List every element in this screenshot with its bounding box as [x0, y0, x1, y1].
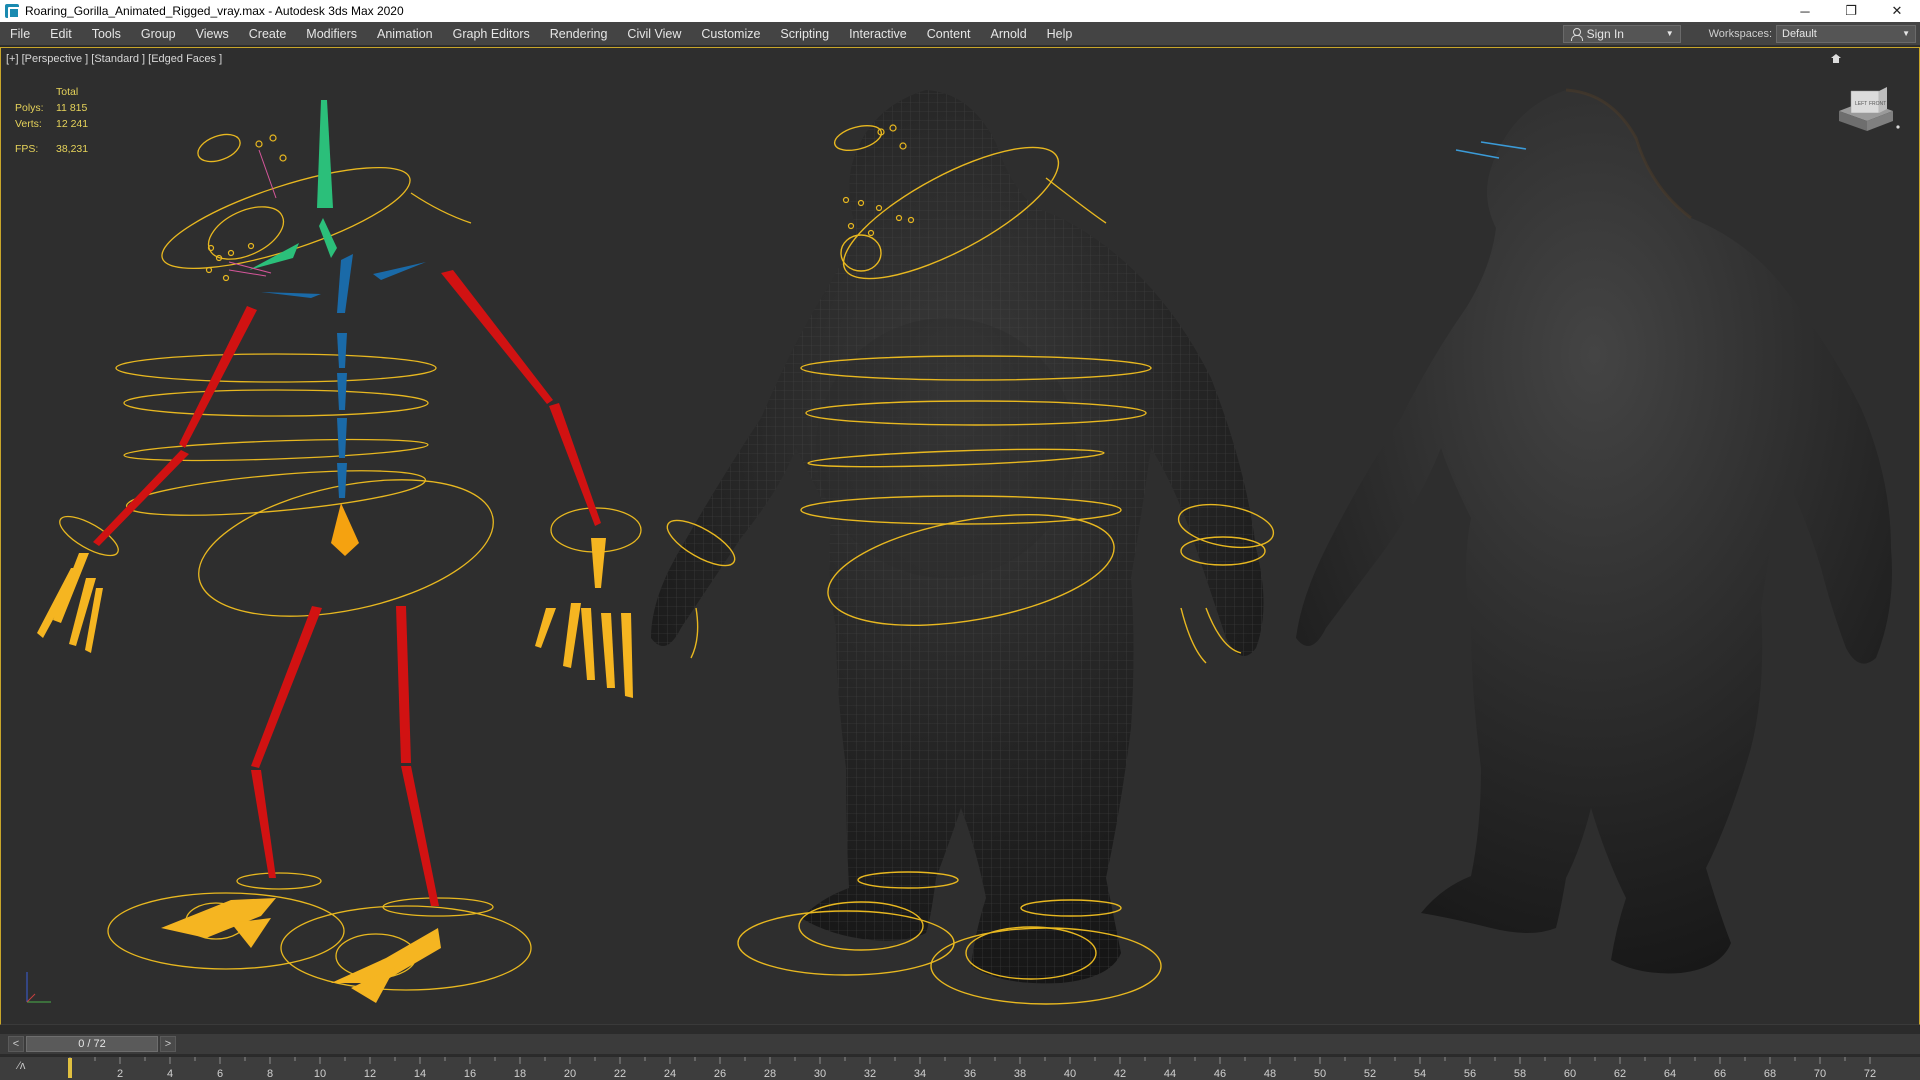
track-tick-label: 16	[464, 1068, 476, 1080]
menu-animation[interactable]: Animation	[367, 22, 443, 46]
gorilla-skeleton-rig[interactable]	[37, 100, 642, 1003]
track-tick-label: 70	[1814, 1068, 1826, 1080]
track-tick-label: 56	[1464, 1068, 1476, 1080]
prev-frame-button[interactable]: <	[8, 1036, 24, 1052]
menu-help[interactable]: Help	[1037, 22, 1083, 46]
track-tick-label: 28	[764, 1068, 776, 1080]
workspace-value: Default	[1782, 27, 1817, 40]
track-tick-label: 36	[964, 1068, 976, 1080]
sign-in-dropdown[interactable]: Sign In ▼	[1562, 24, 1681, 43]
track-tick-label: 44	[1164, 1068, 1176, 1080]
menu-file[interactable]: File	[0, 22, 40, 46]
perspective-viewport[interactable]: [+] [Perspective ] [Standard ] [Edged Fa…	[0, 47, 1920, 1025]
title-bar: Roaring_Gorilla_Animated_Rigged_vray.max…	[0, 0, 1920, 22]
menu-arnold[interactable]: Arnold	[981, 22, 1037, 46]
time-slider: < 0 / 72 >	[0, 1034, 1920, 1054]
track-tick-label: 26	[714, 1068, 726, 1080]
3dsmax-app-icon	[5, 4, 20, 19]
chevron-down-icon: ▼	[1902, 29, 1910, 38]
track-bar-ticks[interactable]: 2 4 6 8 10 12 14 16 18 20 22 24 26 28 30 32 34 36 38 40 42 44…	[0, 1057, 1920, 1080]
track-tick-label: 50	[1314, 1068, 1326, 1080]
track-tick-label: 54	[1414, 1068, 1426, 1080]
track-tick-label: 52	[1364, 1068, 1376, 1080]
track-tick-label: 38	[1014, 1068, 1026, 1080]
track-bar[interactable]: 2 4 6 8 10 12 14 16 18 20 22 24 26 28 30 32 34 36 38 40 42 44…	[0, 1056, 1920, 1080]
viewcube-front-face[interactable]: FRONT	[1869, 101, 1886, 107]
next-frame-button[interactable]: >	[160, 1036, 176, 1052]
menu-modifiers[interactable]: Modifiers	[296, 22, 367, 46]
menu-interactive[interactable]: Interactive	[839, 22, 917, 46]
workspace-select[interactable]: Default ▼	[1776, 24, 1916, 43]
home-icon[interactable]	[1831, 54, 1841, 63]
track-tick-label: 14	[414, 1068, 426, 1080]
gorilla-shaded-model[interactable]	[1296, 88, 1892, 974]
track-tick-label: 34	[914, 1068, 926, 1080]
time-slider-track[interactable]	[176, 1036, 1920, 1052]
user-icon	[1570, 27, 1583, 41]
chevron-down-icon: ▼	[1665, 29, 1674, 38]
curve-editor-icon[interactable]: ⁄ᴧ	[18, 1060, 40, 1076]
track-tick-label: 66	[1714, 1068, 1726, 1080]
menu-graph-editors[interactable]: Graph Editors	[443, 22, 540, 46]
track-tick-label: 12	[364, 1068, 376, 1080]
menu-rendering[interactable]: Rendering	[540, 22, 618, 46]
track-tick-label: 4	[167, 1068, 173, 1080]
menu-scripting[interactable]: Scripting	[770, 22, 839, 46]
track-tick-label: 8	[267, 1068, 273, 1080]
menu-bar: File Edit Tools Group Views Create Modif…	[0, 22, 1920, 46]
track-tick-label: 20	[564, 1068, 576, 1080]
track-tick-label: 68	[1764, 1068, 1776, 1080]
viewcube[interactable]: LEFT FRONT	[1831, 83, 1901, 133]
menu-civil-view[interactable]: Civil View	[617, 22, 691, 46]
track-tick-label: 64	[1664, 1068, 1676, 1080]
track-tick-label: 24	[664, 1068, 676, 1080]
track-tick-label: 32	[864, 1068, 876, 1080]
window-title: Roaring_Gorilla_Animated_Rigged_vray.max…	[25, 4, 404, 18]
track-tick-label: 42	[1114, 1068, 1126, 1080]
menu-create[interactable]: Create	[239, 22, 297, 46]
track-tick-label: 2	[117, 1068, 123, 1080]
track-tick-label: 60	[1564, 1068, 1576, 1080]
time-slider-thumb[interactable]: 0 / 72	[26, 1036, 158, 1052]
track-tick-label: 30	[814, 1068, 826, 1080]
track-tick-label: 46	[1214, 1068, 1226, 1080]
track-tick-label: 18	[514, 1068, 526, 1080]
track-tick-label: 10	[314, 1068, 326, 1080]
track-tick-label: 40	[1064, 1068, 1076, 1080]
workspaces-label: Workspaces:	[1708, 27, 1772, 40]
menu-tools[interactable]: Tools	[82, 22, 131, 46]
track-tick-label: 72	[1864, 1068, 1876, 1080]
track-tick-label: 48	[1264, 1068, 1276, 1080]
menu-edit[interactable]: Edit	[40, 22, 82, 46]
track-tick-label: 6	[217, 1068, 223, 1080]
app-window: Roaring_Gorilla_Animated_Rigged_vray.max…	[0, 0, 1920, 1080]
track-tick-label: 62	[1614, 1068, 1626, 1080]
axis-tripod-icon	[26, 972, 51, 1003]
menu-views[interactable]: Views	[186, 22, 239, 46]
sign-in-label: Sign In	[1586, 26, 1624, 41]
viewcube-left-face[interactable]: LEFT	[1855, 101, 1867, 107]
maximize-button[interactable]: ❐	[1828, 0, 1874, 22]
menu-content[interactable]: Content	[917, 22, 981, 46]
track-tick-label: 22	[614, 1068, 626, 1080]
minimize-button[interactable]: ─	[1782, 0, 1828, 22]
close-button[interactable]: ✕	[1874, 0, 1920, 22]
current-frame-marker[interactable]	[68, 1058, 72, 1078]
track-tick-label: 58	[1514, 1068, 1526, 1080]
menu-customize[interactable]: Customize	[691, 22, 770, 46]
gorilla-wireframe-model[interactable]	[651, 90, 1277, 1005]
menu-group[interactable]: Group	[131, 22, 186, 46]
scene-render[interactable]	[1, 48, 1919, 1024]
